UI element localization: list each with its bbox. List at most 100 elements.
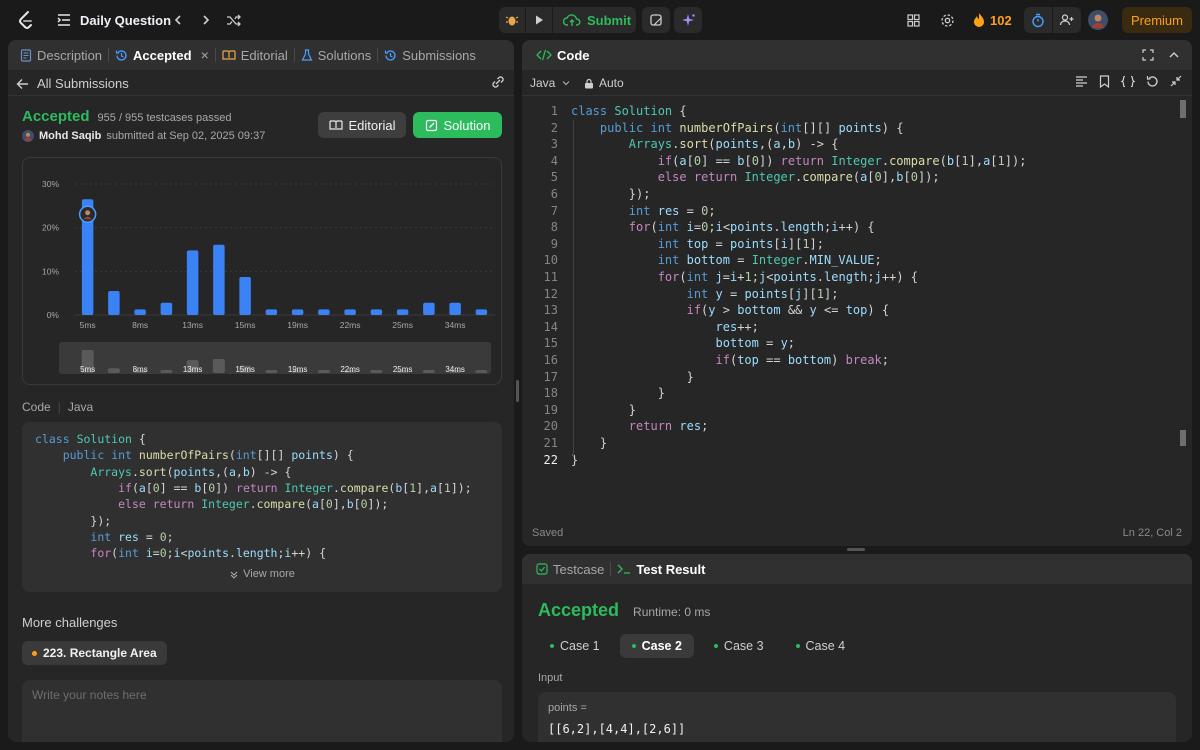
case-tab[interactable]: Case 1: [538, 634, 612, 658]
editor-code-line[interactable]: if(a[0] == b[0]) return Integer.compare(…: [571, 153, 1027, 170]
chart-bar[interactable]: [213, 244, 225, 315]
next-problem-button[interactable]: [200, 0, 212, 40]
tab-testcase[interactable]: Testcase: [530, 554, 610, 584]
editor-code-line[interactable]: return res;: [571, 418, 709, 435]
format-icon[interactable]: [1075, 75, 1088, 88]
chart-bar[interactable]: [423, 302, 435, 315]
chart-bar[interactable]: [344, 309, 356, 315]
editor-code-line[interactable]: if(y > bottom && y <= top) {: [571, 302, 889, 319]
minimap-bar: [317, 370, 330, 373]
editor-code-line[interactable]: public int numberOfPairs(int[][] points)…: [571, 120, 904, 137]
cursor-position: Ln 22, Col 2: [1122, 527, 1182, 539]
editor-code-line[interactable]: }: [571, 402, 636, 419]
editor-code-line[interactable]: Arrays.sort(points,(a,b) -> {: [571, 136, 839, 153]
line-number: 14: [543, 319, 558, 334]
chart-bar[interactable]: [239, 277, 251, 315]
timer-button[interactable]: [1024, 7, 1052, 33]
horizontal-resize-handle[interactable]: [847, 548, 865, 551]
close-tab-icon[interactable]: ×: [201, 47, 209, 63]
run-button[interactable]: [526, 7, 552, 33]
view-more-button[interactable]: View more: [22, 568, 502, 580]
chart-bar[interactable]: [291, 309, 304, 315]
editor-code-line[interactable]: class Solution {: [571, 103, 687, 120]
invite-button[interactable]: [1053, 7, 1081, 33]
solution-button[interactable]: Solution: [413, 112, 502, 138]
tab-code[interactable]: Code: [530, 40, 596, 70]
premium-button[interactable]: Premium: [1122, 7, 1192, 33]
problem-list-button[interactable]: Daily Question: [56, 0, 171, 40]
chart-bar[interactable]: [370, 309, 383, 315]
challenge-chip[interactable]: 223. Rectangle Area: [22, 641, 167, 665]
line-number: 10: [543, 253, 558, 268]
terminal-icon: [617, 564, 631, 574]
maximize-button[interactable]: [1142, 49, 1154, 64]
ai-assist-button[interactable]: [674, 7, 702, 33]
editor-code-line[interactable]: }: [571, 385, 665, 402]
tab-submissions[interactable]: Submissions: [378, 40, 482, 70]
chart-bar[interactable]: [186, 250, 199, 315]
tab-solutions[interactable]: Solutions: [295, 40, 377, 70]
editor-code-line[interactable]: else return Integer.compare(a[0],b[0]);: [571, 169, 940, 186]
range-slider[interactable]: [59, 342, 491, 374]
chart-bar[interactable]: [160, 302, 173, 315]
editor-code-line[interactable]: }: [571, 369, 694, 386]
case-tab[interactable]: Case 3: [702, 634, 776, 658]
layout-button[interactable]: [906, 0, 921, 40]
leetcode-logo-icon[interactable]: [16, 0, 36, 40]
editorial-button[interactable]: Editorial: [318, 112, 406, 138]
settings-button[interactable]: [940, 0, 955, 40]
chart-bar[interactable]: [396, 309, 409, 315]
editor-code-line[interactable]: for(int i=0;i<points.length;i++) {: [571, 219, 875, 236]
tab-description[interactable]: Description: [14, 40, 108, 70]
chart-bar[interactable]: [265, 309, 278, 315]
editor-code-line[interactable]: int top = points[i][1];: [571, 236, 824, 253]
chart-bar[interactable]: [475, 309, 488, 315]
editor-scrollbar[interactable]: [1180, 100, 1186, 118]
debug-button[interactable]: [499, 7, 525, 33]
braces-icon[interactable]: [1121, 75, 1135, 88]
line-number: 15: [543, 336, 558, 351]
reset-icon[interactable]: [1146, 75, 1159, 88]
editor-code-line[interactable]: int bottom = Integer.MIN_VALUE;: [571, 252, 882, 269]
x-tick-label: 15ms: [235, 320, 256, 330]
bookmark-icon[interactable]: [1099, 75, 1110, 88]
editor-code-line[interactable]: bottom = y;: [571, 335, 796, 352]
notes-field[interactable]: Write your notes here: [22, 680, 502, 742]
line-number: 5: [550, 170, 558, 185]
shuffle-button[interactable]: [226, 0, 241, 40]
editor-code-line[interactable]: }: [571, 435, 607, 452]
chart-bar[interactable]: [318, 309, 330, 315]
editor-code-line[interactable]: });: [571, 186, 651, 203]
notes-button[interactable]: [642, 7, 670, 33]
minimap-tick-label: 34ms: [445, 365, 465, 374]
history-icon: [385, 49, 396, 61]
tab-accepted[interactable]: Accepted ×: [109, 40, 215, 70]
submitter-name[interactable]: Mohd Saqib: [39, 130, 101, 142]
prev-problem-button[interactable]: [172, 0, 184, 40]
tab-editorial[interactable]: Editorial: [216, 40, 294, 70]
editor-code-line[interactable]: int res = 0;: [571, 203, 716, 220]
collapse-panel-button[interactable]: [1168, 49, 1180, 64]
editor-code-line[interactable]: res++;: [571, 319, 759, 336]
submit-button[interactable]: Submit: [553, 7, 636, 33]
chevron-left-icon: [174, 15, 181, 25]
editor-code-line[interactable]: for(int j=i+1;j<points.length;j++) {: [571, 269, 918, 286]
code-section-label: Code: [22, 400, 51, 414]
chart-bar[interactable]: [449, 302, 461, 315]
case-tab[interactable]: Case 2: [619, 634, 694, 658]
editor-code-line[interactable]: if(top == bottom) break;: [571, 352, 890, 369]
user-avatar[interactable]: [1088, 0, 1108, 40]
all-submissions-link[interactable]: All Submissions: [16, 76, 129, 91]
editor-code-line[interactable]: int y = points[j][1];: [571, 286, 839, 303]
chart-bar[interactable]: [134, 309, 146, 315]
case-tab[interactable]: Case 4: [784, 634, 858, 658]
vertical-resize-handle[interactable]: [516, 380, 519, 402]
editor-scrollbar-thumb[interactable]: [1180, 430, 1186, 446]
share-link-button[interactable]: [490, 75, 506, 92]
streak-counter[interactable]: 102: [972, 0, 1012, 40]
chart-bar[interactable]: [108, 290, 120, 315]
auto-mode-toggle[interactable]: Auto: [584, 76, 624, 90]
language-select[interactable]: Java: [530, 76, 571, 90]
tab-test-result[interactable]: Test Result: [611, 554, 711, 584]
minimize-icon[interactable]: [1170, 75, 1182, 87]
